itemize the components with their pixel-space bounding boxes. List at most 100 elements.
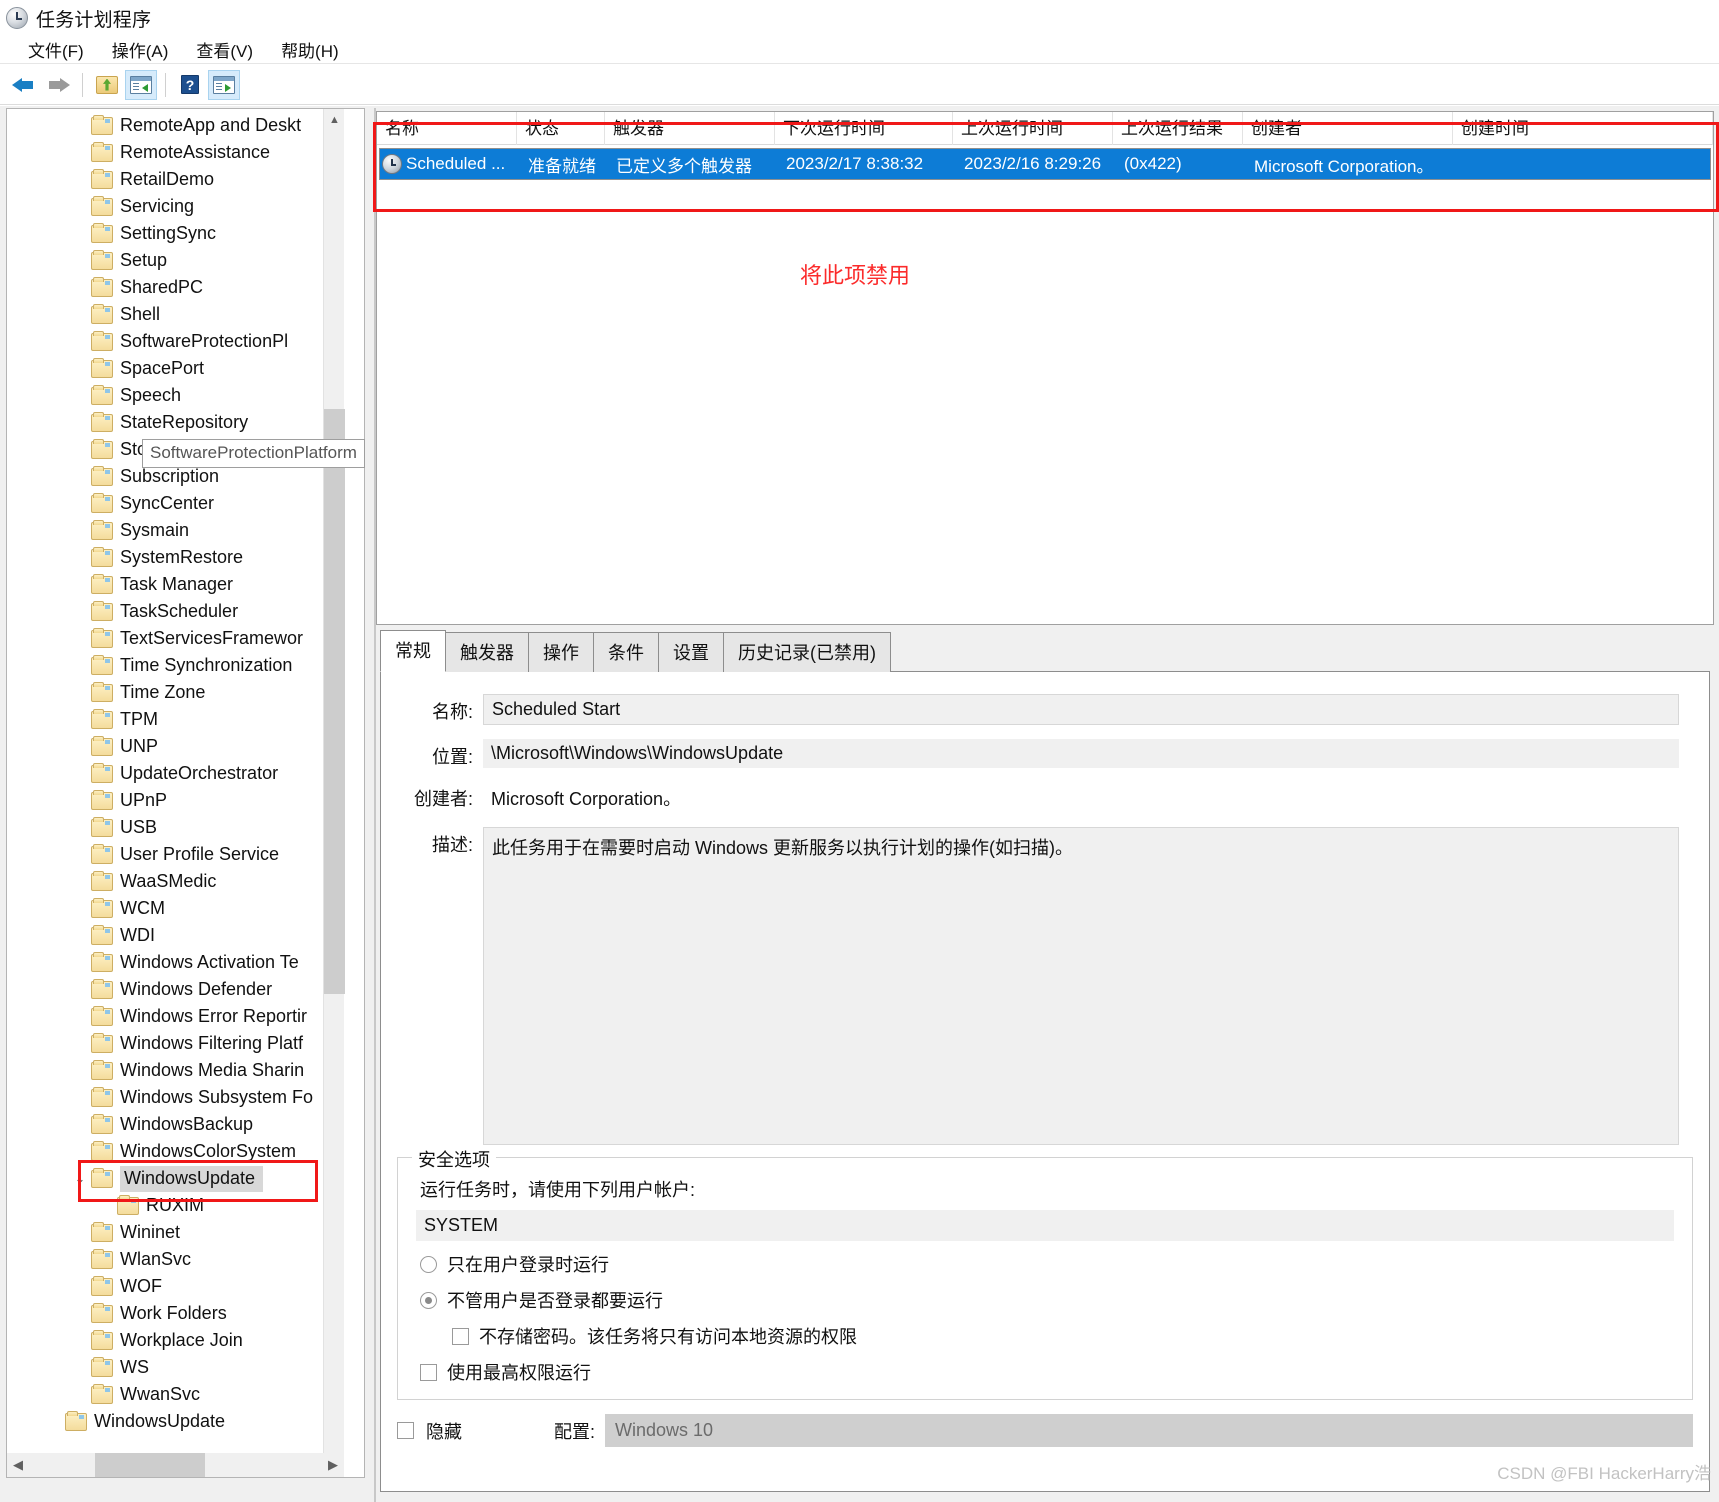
details-tab[interactable]: 操作 [528,632,594,672]
tree-node[interactable]: SpacePort [7,355,343,382]
menu-help[interactable]: 帮助(H) [267,35,353,64]
tree-node[interactable]: RemoteAssistance [7,139,343,166]
task-list-column-header[interactable]: 创建时间 [1453,112,1713,145]
tree-node[interactable]: Servicing [7,193,343,220]
tree-node[interactable]: WindowsBackup [7,1111,343,1138]
tree-node[interactable]: ⌄ WindowsUpdate [7,1165,343,1192]
tree-node[interactable]: Windows Subsystem Fo [7,1084,343,1111]
tree-node[interactable]: Setup [7,247,343,274]
task-list-view[interactable]: 名称 状态 触发器 下次运行时间 上次运行时间 上次运行结果 创建者 创建时间 Schedul… [376,111,1714,625]
tree-node[interactable]: Work Folders [7,1300,343,1327]
tree-node[interactable]: WindowsUpdate [7,1408,343,1435]
run-highest-privileges-option[interactable]: 使用最高权限运行 [420,1359,1674,1385]
tree-node[interactable]: Windows Filtering Platf [7,1030,343,1057]
task-list-column-header[interactable]: 触发器 [605,112,775,145]
tree-node[interactable]: Windows Defender [7,976,343,1003]
task-list-rows[interactable]: Scheduled ... 准备就绪 已定义多个触发器 2023/2/17 8:38:… [377,148,1713,180]
details-tab[interactable]: 常规 [380,630,446,672]
tree-node[interactable]: SharedPC [7,274,343,301]
help-button[interactable]: ? [174,70,206,100]
tree-node[interactable]: Sysmain [7,517,343,544]
tree-node[interactable]: WindowsColorSystem [7,1138,343,1165]
run-only-when-logged-on-option[interactable]: 只在用户登录时运行 [420,1251,1674,1277]
tree-node[interactable]: Wininet [7,1219,343,1246]
details-tab[interactable]: 触发器 [445,632,529,672]
tree-node[interactable]: WS [7,1354,343,1381]
show-hide-action-pane-button[interactable] [208,69,240,100]
description-textarea[interactable]: 此任务用于在需要时启动 Windows 更新服务以执行计划的操作(如扫描)。 [483,827,1679,1145]
tree-node[interactable]: UNP [7,733,343,760]
details-tab[interactable]: 历史记录(已禁用) [723,632,891,672]
tree-vertical-scrollbar[interactable]: ▲ ▼ [323,109,345,1477]
tree-node[interactable]: Shell [7,301,343,328]
tree-node[interactable]: WaaSMedic [7,868,343,895]
task-list-column-header[interactable]: 名称 [377,112,517,145]
tree-node-label: SystemRestore [120,547,244,567]
tree-node[interactable]: UpdateOrchestrator [7,760,343,787]
up-folder-button[interactable] [91,70,123,100]
table-row[interactable]: Scheduled ... 准备就绪 已定义多个触发器 2023/2/17 8:38:… [379,148,1711,180]
tree-node[interactable]: Task Manager [7,571,343,598]
tree-node[interactable]: Windows Media Sharin [7,1057,343,1084]
tree-node[interactable]: Speech [7,382,343,409]
menu-view[interactable]: 查看(V) [182,35,267,64]
tree-node[interactable]: WlanSvc [7,1246,343,1273]
radio-logged-on-icon[interactable] [420,1255,437,1273]
menu-action[interactable]: 操作(A) [98,35,183,64]
details-tab[interactable]: 条件 [593,632,659,672]
tree-horizontal-scrollbar[interactable]: ◀ ▶ [7,1453,344,1477]
name-input[interactable]: Scheduled Start [483,694,1679,725]
tree-node[interactable]: TPM [7,706,343,733]
tree-node[interactable]: TaskScheduler [7,598,343,625]
scroll-right-icon[interactable]: ▶ [322,1453,344,1477]
task-list-column-header[interactable]: 上次运行时间 [953,112,1113,145]
tree-node[interactable]: RemoteApp and Deskt [7,112,343,139]
tree-node[interactable]: User Profile Service [7,841,343,868]
details-tab[interactable]: 设置 [658,632,724,672]
task-list-header[interactable]: 名称 状态 触发器 下次运行时间 上次运行时间 上次运行结果 创建者 创建时间 [377,112,1713,145]
tree-node[interactable]: Windows Error Reportir [7,1003,343,1030]
scroll-left-icon[interactable]: ◀ [7,1453,29,1477]
task-list-column-header[interactable]: 状态 [517,112,605,145]
tree-node-label: SettingSync [120,223,217,243]
console-tree[interactable]: RemoteApp and Deskt RemoteAssistance Retai… [7,112,343,1437]
tree-node[interactable]: SyncCenter [7,490,343,517]
scroll-up-icon[interactable]: ▲ [324,109,345,130]
tree-node[interactable]: USB [7,814,343,841]
radio-any-user-icon[interactable] [420,1291,437,1309]
menu-file[interactable]: 文件(F) [14,35,98,64]
tree-vscroll-thumb[interactable] [324,409,345,994]
tree-node[interactable]: Windows Activation Te [7,949,343,976]
tree-node[interactable]: UPnP [7,787,343,814]
back-button[interactable] [8,70,40,100]
configure-for-select[interactable]: Windows 10 [605,1414,1693,1447]
tree-node[interactable]: WDI [7,922,343,949]
task-list-column-header[interactable]: 下次运行时间 [775,112,953,145]
tree-node[interactable]: Workplace Join [7,1327,343,1354]
tree-node[interactable]: XblGameSave [7,1435,343,1437]
tree-node[interactable]: SoftwareProtectionPl [7,328,343,355]
checkbox-highest-privileges-icon[interactable] [420,1363,437,1381]
checkbox-no-password-icon[interactable] [452,1327,469,1345]
tree-node[interactable]: StateRepository [7,409,343,436]
run-whether-logged-on-option[interactable]: 不管用户是否登录都要运行 [420,1287,1674,1313]
do-not-store-password-option[interactable]: 不存储密码。该任务将只有访问本地资源的权限 [452,1323,1674,1349]
tree-node[interactable]: WwanSvc [7,1381,343,1408]
tree-node[interactable]: SystemRestore [7,544,343,571]
show-hide-console-tree-button[interactable] [125,69,157,100]
checkbox-hidden-icon[interactable] [397,1422,414,1439]
task-list-column-header[interactable]: 上次运行结果 [1113,112,1243,145]
tree-node[interactable]: WOF [7,1273,343,1300]
tree-node[interactable]: SettingSync [7,220,343,247]
details-tab-strip[interactable]: 常规 触发器 操作 条件 设置 历史记录(已禁用) [380,630,1710,672]
tree-node[interactable]: Time Synchronization [7,652,343,679]
tree-hscroll-thumb[interactable] [95,1453,205,1477]
chevron-down-icon[interactable]: ⌄ [69,1171,91,1187]
tree-node[interactable]: Time Zone [7,679,343,706]
tree-node[interactable]: RUXIM [7,1192,343,1219]
tree-node[interactable]: TextServicesFramewor [7,625,343,652]
forward-button[interactable] [42,70,74,100]
tree-node[interactable]: WCM [7,895,343,922]
tree-node[interactable]: RetailDemo [7,166,343,193]
task-list-column-header[interactable]: 创建者 [1243,112,1453,145]
